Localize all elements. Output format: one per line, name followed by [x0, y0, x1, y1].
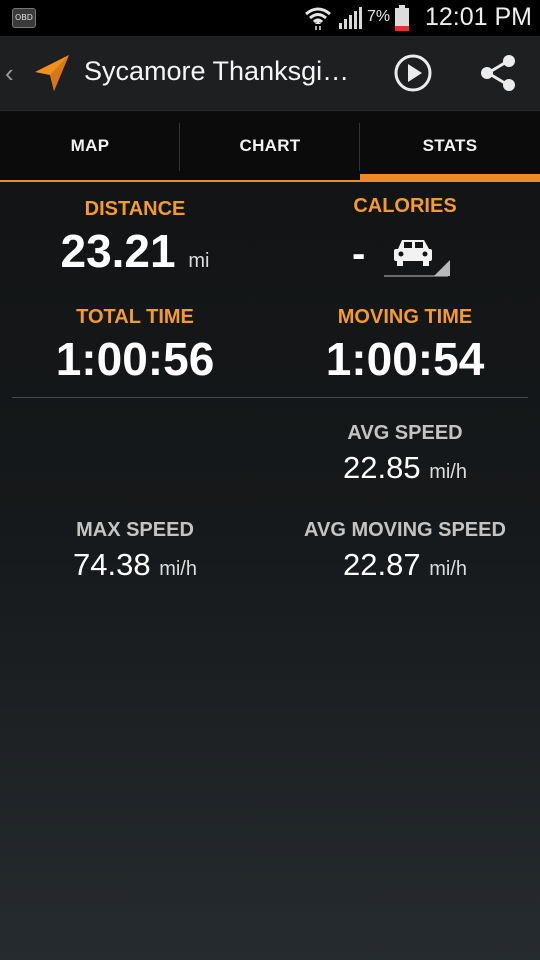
distance-value-container: 23.21 mi — [0, 224, 270, 278]
tab-chart[interactable]: CHART — [180, 111, 360, 183]
distance-value: 23.21 — [60, 225, 176, 277]
calories-value: - — [352, 232, 366, 276]
max-speed-value-container: 74.38 mi/h — [0, 547, 270, 583]
avg-speed-label: AVG SPEED — [347, 422, 463, 444]
avg-moving-speed-value: 22.87 — [343, 547, 421, 582]
tab-active-indicator — [360, 174, 540, 182]
moving-time-value: 1:00:54 — [325, 333, 485, 385]
wifi-icon — [305, 7, 331, 30]
play-icon[interactable] — [393, 53, 433, 93]
total-time-value: 1:00:56 — [55, 333, 215, 385]
max-speed-value: 74.38 — [73, 547, 151, 582]
distance-label: DISTANCE — [84, 198, 186, 220]
obd-notification-icon: OBD — [12, 8, 36, 28]
avg-speed-value: 22.85 — [343, 450, 421, 485]
avg-moving-speed-value-container: 22.87 mi/h — [270, 547, 540, 583]
car-icon — [394, 240, 432, 266]
avg-speed-value-container: 22.85 mi/h — [270, 450, 540, 486]
tab-bar: MAP CHART STATS — [0, 110, 540, 182]
status-clock: 12:01 PM — [424, 3, 532, 31]
action-bar: ‹ Sycamore Thanksgi… — [0, 36, 540, 110]
battery-icon — [395, 5, 409, 31]
max-speed-unit: mi/h — [159, 558, 197, 580]
status-bar: OBD 7% 12:01 PM — [0, 0, 540, 36]
max-speed-label: MAX SPEED — [76, 519, 194, 541]
tab-stats[interactable]: STATS — [360, 111, 540, 183]
back-chevron-icon[interactable]: ‹ — [5, 58, 14, 89]
calories-label: CALORIES — [353, 195, 457, 217]
tab-map[interactable]: MAP — [0, 111, 180, 183]
share-icon[interactable] — [478, 53, 518, 93]
avg-moving-speed-label: AVG MOVING SPEED — [304, 519, 506, 541]
cell-signal-icon — [339, 7, 362, 29]
activity-title: Sycamore Thanksgi… — [84, 56, 350, 86]
distance-unit: mi — [188, 250, 210, 272]
battery-percent: 7% — [367, 8, 391, 25]
total-time-label: TOTAL TIME — [76, 306, 194, 328]
moving-time-label: MOVING TIME — [337, 306, 473, 328]
avg-moving-speed-unit: mi/h — [429, 558, 467, 580]
avg-speed-unit: mi/h — [429, 461, 467, 483]
navigation-arrow-icon[interactable] — [32, 52, 72, 94]
stats-divider — [12, 397, 528, 398]
screen: OBD 7% 12:01 PM ‹ Sycamore Thanksgi… MAP… — [0, 0, 540, 960]
activity-type-spinner[interactable] — [384, 233, 452, 279]
